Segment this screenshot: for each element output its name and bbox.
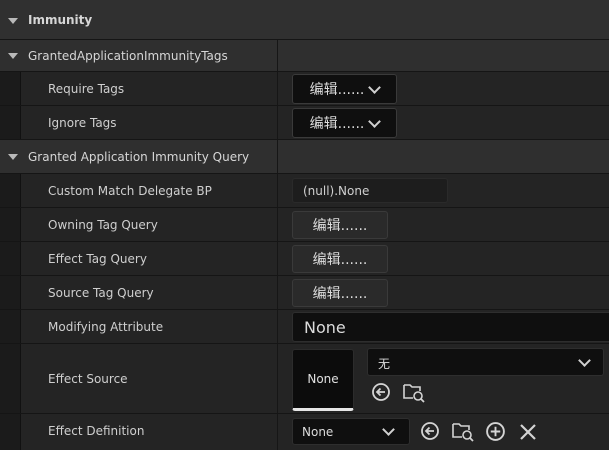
collapse-arrow-icon[interactable] xyxy=(8,18,18,24)
modifying-attribute-value: None xyxy=(304,318,346,337)
column-divider[interactable] xyxy=(277,106,278,139)
property-modifying-attribute: Modifying Attribute None xyxy=(0,310,609,344)
require-tags-edit-button[interactable]: 编辑...... xyxy=(292,74,397,104)
category-granted-tags-label: GrantedApplicationImmunityTags xyxy=(28,49,228,63)
effect-source-dropdown-value: 无 xyxy=(378,357,391,371)
use-selected-arrow-icon[interactable] xyxy=(371,382,391,402)
indent-gutter xyxy=(0,310,21,343)
column-divider[interactable] xyxy=(277,242,278,275)
ignore-tags-edit-label: 编辑...... xyxy=(309,116,365,132)
require-tags-label: Require Tags xyxy=(48,82,125,96)
owning-tag-query-label: Owning Tag Query xyxy=(48,218,158,232)
custom-match-field[interactable]: (null).None xyxy=(292,178,448,203)
collapse-arrow-icon[interactable] xyxy=(8,154,18,160)
chevron-down-icon xyxy=(368,114,382,128)
add-icon[interactable] xyxy=(485,421,506,442)
modifying-attribute-dropdown[interactable]: None xyxy=(292,312,609,342)
asset-thumbnail[interactable]: None xyxy=(292,349,354,411)
category-immunity-label: Immunity xyxy=(28,13,93,27)
chevron-down-icon xyxy=(368,80,382,94)
ignore-tags-label: Ignore Tags xyxy=(48,116,117,130)
column-divider[interactable] xyxy=(277,40,278,71)
column-divider[interactable] xyxy=(277,72,278,105)
category-granted-query[interactable]: Granted Application Immunity Query xyxy=(0,140,609,174)
use-selected-arrow-icon[interactable] xyxy=(420,421,440,441)
category-granted-tags[interactable]: GrantedApplicationImmunityTags xyxy=(0,40,609,72)
property-custom-match: Custom Match Delegate BP (null).None xyxy=(0,174,609,208)
column-divider[interactable] xyxy=(277,344,278,413)
indent-gutter xyxy=(0,72,21,105)
property-owning-tag-query: Owning Tag Query 编辑...... xyxy=(0,208,609,242)
category-immunity[interactable]: Immunity xyxy=(0,0,609,40)
chevron-down-icon xyxy=(578,354,591,367)
column-divider[interactable] xyxy=(277,140,278,173)
source-tag-query-edit-button[interactable]: 编辑...... xyxy=(292,279,388,307)
category-granted-query-label: Granted Application Immunity Query xyxy=(28,150,250,164)
indent-gutter xyxy=(0,208,21,241)
indent-gutter xyxy=(0,106,21,139)
indent-gutter xyxy=(0,174,21,207)
browse-folder-icon[interactable] xyxy=(402,381,426,403)
indent-gutter xyxy=(0,414,21,450)
effect-source-label: Effect Source xyxy=(48,372,128,386)
indent-gutter xyxy=(0,242,21,275)
collapse-arrow-icon[interactable] xyxy=(8,53,18,59)
indent-gutter xyxy=(0,276,21,309)
effect-tag-query-edit-button[interactable]: 编辑...... xyxy=(292,245,388,273)
property-effect-source: Effect Source None 无 xyxy=(0,344,609,414)
browse-folder-icon[interactable] xyxy=(451,420,475,442)
effect-definition-label: Effect Definition xyxy=(48,424,145,438)
property-effect-definition: Effect Definition None xyxy=(0,414,609,450)
source-tag-query-edit-label: 编辑...... xyxy=(312,286,368,302)
asset-thumbnail-label: None xyxy=(307,372,339,386)
effect-definition-dropdown[interactable]: None xyxy=(292,418,410,445)
modifying-attribute-label: Modifying Attribute xyxy=(48,320,164,334)
effect-definition-dropdown-value: None xyxy=(302,425,334,439)
ignore-tags-edit-button[interactable]: 编辑...... xyxy=(292,108,397,138)
column-divider[interactable] xyxy=(277,174,278,207)
column-divider[interactable] xyxy=(277,208,278,241)
source-tag-query-label: Source Tag Query xyxy=(48,286,154,300)
owning-tag-query-edit-button[interactable]: 编辑...... xyxy=(292,211,388,239)
effect-source-dropdown[interactable]: 无 xyxy=(367,348,604,376)
chevron-down-icon xyxy=(382,423,395,436)
property-source-tag-query: Source Tag Query 编辑...... xyxy=(0,276,609,310)
clear-icon[interactable] xyxy=(518,422,538,442)
indent-gutter xyxy=(0,344,21,413)
custom-match-label: Custom Match Delegate BP xyxy=(48,184,212,198)
property-effect-tag-query: Effect Tag Query 编辑...... xyxy=(0,242,609,276)
effect-tag-query-edit-label: 编辑...... xyxy=(312,252,368,268)
property-require-tags: Require Tags 编辑...... xyxy=(0,72,609,106)
column-divider[interactable] xyxy=(277,310,278,343)
require-tags-edit-label: 编辑...... xyxy=(309,82,365,98)
custom-match-value: (null).None xyxy=(303,183,370,198)
owning-tag-query-edit-label: 编辑...... xyxy=(312,218,368,234)
property-ignore-tags: Ignore Tags 编辑...... xyxy=(0,106,609,140)
effect-tag-query-label: Effect Tag Query xyxy=(48,252,147,266)
column-divider[interactable] xyxy=(277,276,278,309)
column-divider[interactable] xyxy=(277,414,278,450)
